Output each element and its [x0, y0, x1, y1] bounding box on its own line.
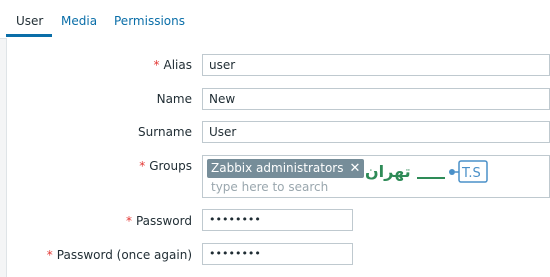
- tab-user[interactable]: User: [16, 14, 43, 28]
- surname-input[interactable]: User: [202, 121, 550, 143]
- required-marker: *: [125, 214, 132, 228]
- password-again-label: * Password (once again): [46, 248, 192, 262]
- required-marker: *: [46, 248, 53, 262]
- tab-permissions[interactable]: Permissions: [114, 14, 185, 28]
- groups-label: * Groups: [139, 159, 192, 173]
- password-again-input[interactable]: ••••••••: [202, 243, 353, 265]
- name-label: Name: [156, 92, 192, 106]
- active-tab-indicator: [6, 34, 52, 37]
- group-tag-label: Zabbix administrators: [211, 161, 344, 175]
- tab-media[interactable]: Media: [61, 14, 97, 28]
- required-marker: *: [139, 159, 146, 173]
- alias-input[interactable]: user: [202, 54, 550, 76]
- password-input[interactable]: ••••••••: [202, 209, 353, 231]
- watermark-ts-text: T.S: [461, 166, 481, 181]
- alias-label: * Alias: [153, 58, 192, 72]
- tab-bar: User Media Permissions: [0, 0, 550, 39]
- group-tag: Zabbix administrators ✕: [207, 159, 365, 178]
- required-marker: *: [153, 58, 160, 72]
- watermark-script-text: تهران: [365, 162, 411, 181]
- watermark-logo: تهران T.S: [365, 160, 488, 183]
- password-label: * Password: [125, 214, 192, 228]
- groups-search-placeholder[interactable]: type here to search: [211, 180, 328, 194]
- name-input[interactable]: New: [202, 88, 550, 110]
- surname-label: Surname: [138, 125, 192, 139]
- remove-tag-icon[interactable]: ✕: [349, 159, 360, 178]
